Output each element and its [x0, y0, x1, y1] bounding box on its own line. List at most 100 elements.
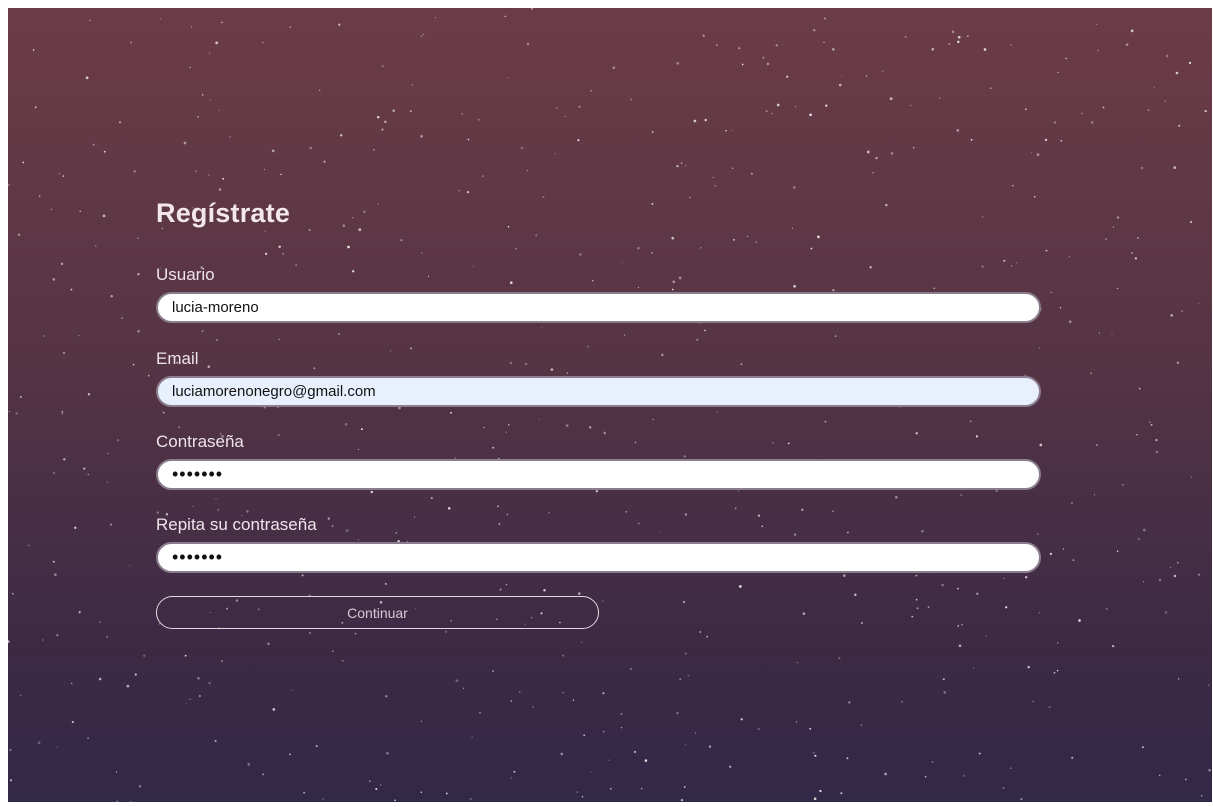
star-dot: [1175, 71, 1179, 75]
star-dot: [107, 452, 109, 454]
star-dot: [832, 510, 834, 513]
star-dot: [246, 510, 249, 513]
star-dot: [579, 253, 582, 256]
star-dot: [444, 630, 448, 633]
star-dot: [916, 607, 919, 610]
star-dot: [1150, 423, 1153, 426]
star-dot: [809, 727, 812, 730]
star-dot: [1137, 538, 1140, 541]
star-dot: [791, 227, 793, 229]
continue-button[interactable]: Continuar: [156, 596, 599, 629]
star-dot: [308, 631, 311, 634]
star-dot: [9, 748, 12, 752]
star-dot: [263, 169, 265, 171]
star-dot: [1165, 54, 1169, 58]
star-dot: [510, 777, 512, 779]
star-dot: [990, 87, 992, 89]
star-dot: [15, 412, 18, 415]
star-dot: [1189, 221, 1193, 224]
star-dot: [479, 712, 481, 714]
star-dot: [327, 517, 330, 520]
star-dot: [137, 237, 139, 239]
star-dot: [130, 41, 132, 44]
star-dot: [684, 744, 687, 746]
star-dot: [915, 598, 918, 601]
star-dot: [809, 113, 812, 117]
password-input[interactable]: [156, 459, 1041, 490]
star-dot: [704, 118, 707, 122]
star-dot: [676, 164, 679, 168]
star-dot: [1065, 57, 1067, 60]
star-dot: [823, 41, 825, 44]
star-dot: [608, 759, 610, 761]
star-dot: [1158, 774, 1161, 777]
username-input[interactable]: [156, 292, 1041, 323]
star-dot: [207, 365, 211, 368]
star-dot: [102, 214, 106, 218]
star-dot: [87, 737, 89, 739]
star-dot: [685, 165, 687, 167]
star-dot: [99, 621, 101, 623]
star-dot: [911, 615, 914, 618]
star-dot: [370, 490, 374, 494]
star-dot: [1204, 109, 1207, 113]
username-label: Usuario: [156, 265, 215, 284]
star-dot: [860, 724, 863, 726]
star-dot: [19, 694, 22, 697]
star-dot: [282, 252, 285, 255]
star-dot: [812, 28, 816, 32]
star-dot: [1188, 61, 1192, 65]
star-dot: [289, 26, 292, 28]
star-dot: [520, 146, 524, 150]
star-dot: [1190, 476, 1193, 478]
star-dot: [795, 721, 798, 723]
star-dot: [1078, 619, 1081, 622]
star-dot: [41, 639, 44, 641]
star-dot: [280, 173, 282, 176]
star-dot: [840, 792, 843, 795]
star-dot: [208, 174, 210, 176]
star-dot: [63, 458, 66, 461]
star-dot: [793, 284, 796, 288]
star-dot: [37, 741, 41, 745]
star-dot: [1170, 314, 1173, 317]
star-dot: [526, 169, 528, 171]
confirm-password-input[interactable]: [156, 542, 1041, 573]
star-dot: [793, 533, 797, 536]
star-dot: [143, 654, 146, 657]
star-dot: [106, 635, 109, 638]
star-dot: [218, 109, 220, 111]
star-dot: [957, 587, 959, 590]
star-dot: [1053, 671, 1056, 674]
star-dot: [341, 659, 344, 662]
star-dot: [755, 241, 758, 243]
star-dot: [1070, 501, 1073, 505]
star-dot: [95, 245, 97, 247]
star-dot: [421, 252, 423, 254]
star-dot: [592, 280, 594, 282]
star-dot: [1142, 528, 1146, 532]
star-dot: [128, 565, 131, 567]
star-dot: [1198, 303, 1200, 305]
star-dot: [848, 701, 851, 704]
star-dot: [766, 62, 770, 66]
star-dot: [1039, 347, 1041, 349]
star-dot: [661, 353, 664, 357]
star-dot: [514, 247, 517, 250]
star-dot: [796, 661, 799, 664]
star-dot: [818, 455, 820, 457]
email-input[interactable]: [156, 376, 1041, 407]
star-dot: [983, 48, 987, 51]
star-dot: [942, 678, 945, 681]
star-dot: [58, 173, 61, 175]
star-dot: [352, 270, 355, 273]
star-dot: [461, 112, 464, 115]
star-dot: [308, 229, 311, 231]
star-dot: [1024, 108, 1027, 111]
star-dot: [186, 702, 188, 704]
star-dot: [588, 426, 592, 429]
star-dot: [62, 175, 65, 177]
star-dot: [386, 752, 389, 755]
star-dot: [178, 426, 181, 429]
star-dot: [137, 330, 140, 333]
